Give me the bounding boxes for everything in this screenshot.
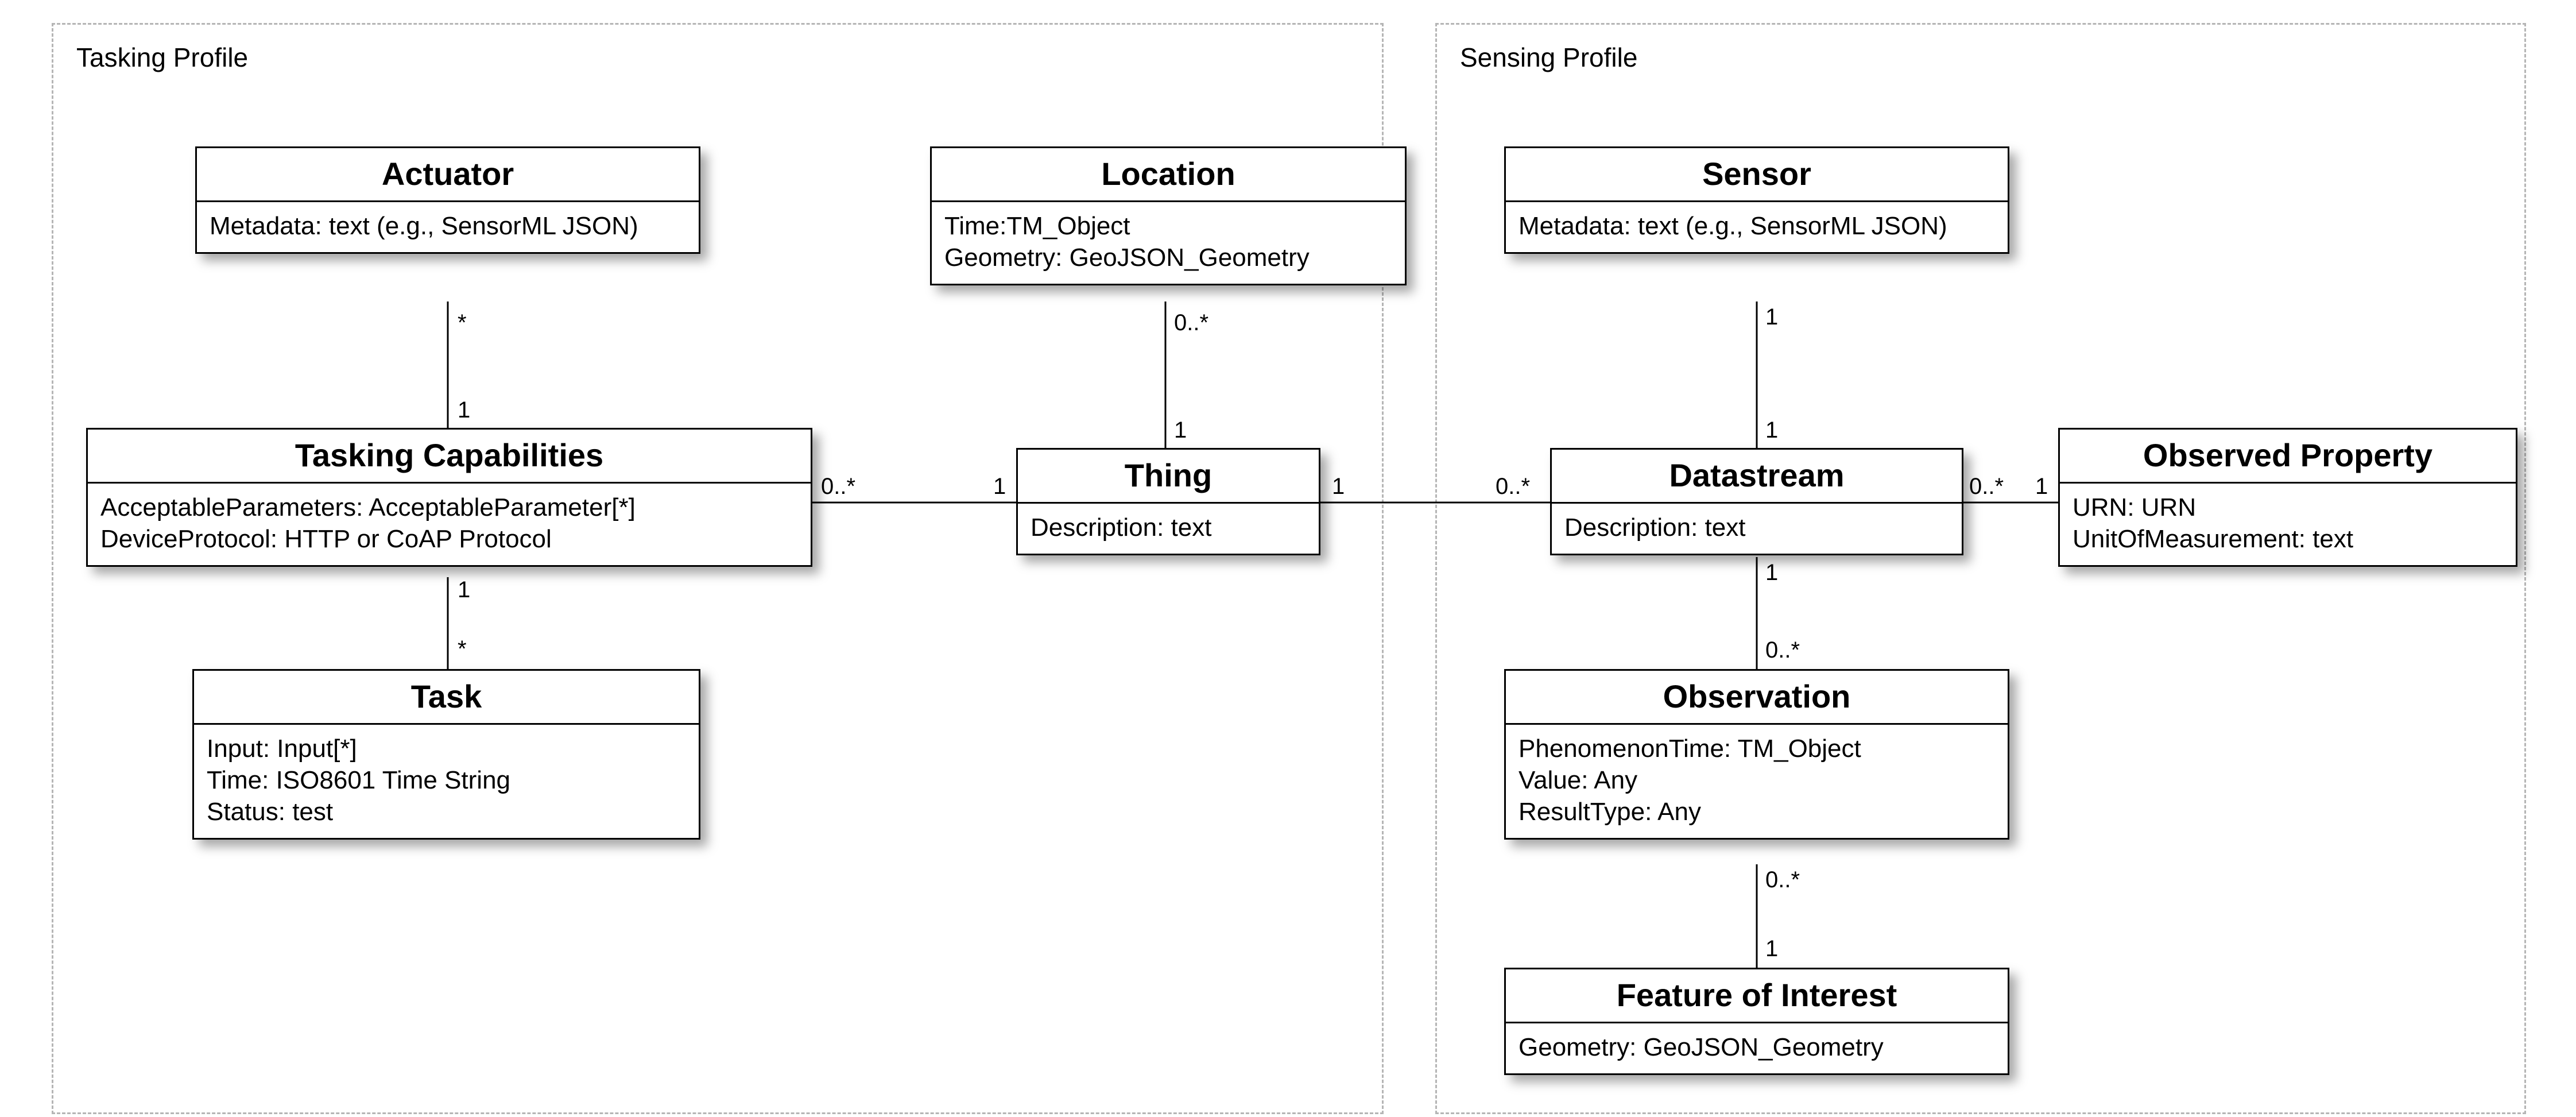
class-datastream: Datastream Description: text xyxy=(1550,448,1963,555)
class-location-attrs: Time:TM_Object Geometry: GeoJSON_Geometr… xyxy=(932,202,1405,284)
class-sensor-attrs: Metadata: text (e.g., SensorML JSON) xyxy=(1506,202,2008,252)
mult-tc-bottom: 1 xyxy=(458,577,470,603)
class-actuator: Actuator Metadata: text (e.g., SensorML … xyxy=(195,146,700,254)
class-feature-title: Feature of Interest xyxy=(1506,969,2008,1023)
mult-tc-top: 1 xyxy=(458,397,470,423)
sensing-profile-label: Sensing Profile xyxy=(1460,42,1637,73)
class-location: Location Time:TM_Object Geometry: GeoJSO… xyxy=(930,146,1407,285)
mult-thing-right: 1 xyxy=(1332,474,1345,500)
mult-sensor-bottom: 1 xyxy=(1765,304,1778,330)
class-datastream-title: Datastream xyxy=(1552,450,1962,504)
class-datastream-attrs: Description: text xyxy=(1552,504,1962,554)
class-location-title: Location xyxy=(932,148,1405,202)
class-thing-title: Thing xyxy=(1018,450,1319,504)
class-thing-attrs: Description: text xyxy=(1018,504,1319,554)
mult-obs-bottom: 0..* xyxy=(1765,867,1800,893)
class-feature-of-interest: Feature of Interest Geometry: GeoJSON_Ge… xyxy=(1504,968,2009,1075)
class-observed-property: Observed Property URN: URN UnitOfMeasure… xyxy=(2058,428,2517,567)
mult-thing-top: 1 xyxy=(1174,418,1187,443)
class-tasking-capabilities: Tasking Capabilities AcceptableParameter… xyxy=(86,428,812,567)
class-task-title: Task xyxy=(194,671,699,725)
diagram-canvas: Tasking Profile Sensing Profile xyxy=(0,0,2576,1117)
class-sensor-title: Sensor xyxy=(1506,148,2008,202)
class-observation-attrs: PhenomenonTime: TM_Object Value: Any Res… xyxy=(1506,725,2008,838)
mult-ds-top: 1 xyxy=(1765,418,1778,443)
class-observed-property-title: Observed Property xyxy=(2060,430,2516,484)
class-observation-title: Observation xyxy=(1506,671,2008,725)
mult-op-left: 1 xyxy=(2035,474,2048,500)
class-actuator-attrs: Metadata: text (e.g., SensorML JSON) xyxy=(197,202,699,252)
class-tasking-capabilities-attrs: AcceptableParameters: AcceptableParamete… xyxy=(88,484,811,565)
mult-ds-bottom: 1 xyxy=(1765,560,1778,586)
class-observation: Observation PhenomenonTime: TM_Object Va… xyxy=(1504,669,2009,840)
class-task: Task Input: Input[*] Time: ISO8601 Time … xyxy=(192,669,700,840)
class-task-attrs: Input: Input[*] Time: ISO8601 Time Strin… xyxy=(194,725,699,838)
class-feature-attrs: Geometry: GeoJSON_Geometry xyxy=(1506,1023,2008,1073)
mult-tc-right: 0..* xyxy=(821,474,855,500)
class-observed-property-attrs: URN: URN UnitOfMeasurement: text xyxy=(2060,484,2516,565)
tasking-profile-label: Tasking Profile xyxy=(76,42,248,73)
class-actuator-title: Actuator xyxy=(197,148,699,202)
mult-thing-left: 1 xyxy=(993,474,1006,500)
mult-location-bottom: 0..* xyxy=(1174,310,1208,336)
class-tasking-capabilities-title: Tasking Capabilities xyxy=(88,430,811,484)
class-sensor: Sensor Metadata: text (e.g., SensorML JS… xyxy=(1504,146,2009,254)
mult-feature-top: 1 xyxy=(1765,936,1778,962)
class-thing: Thing Description: text xyxy=(1016,448,1320,555)
mult-obs-top: 0..* xyxy=(1765,637,1800,663)
mult-ds-left: 0..* xyxy=(1496,474,1530,500)
mult-task-top: * xyxy=(458,636,467,662)
mult-ds-right: 0..* xyxy=(1969,474,2004,500)
mult-actuator-bottom: * xyxy=(458,310,467,336)
